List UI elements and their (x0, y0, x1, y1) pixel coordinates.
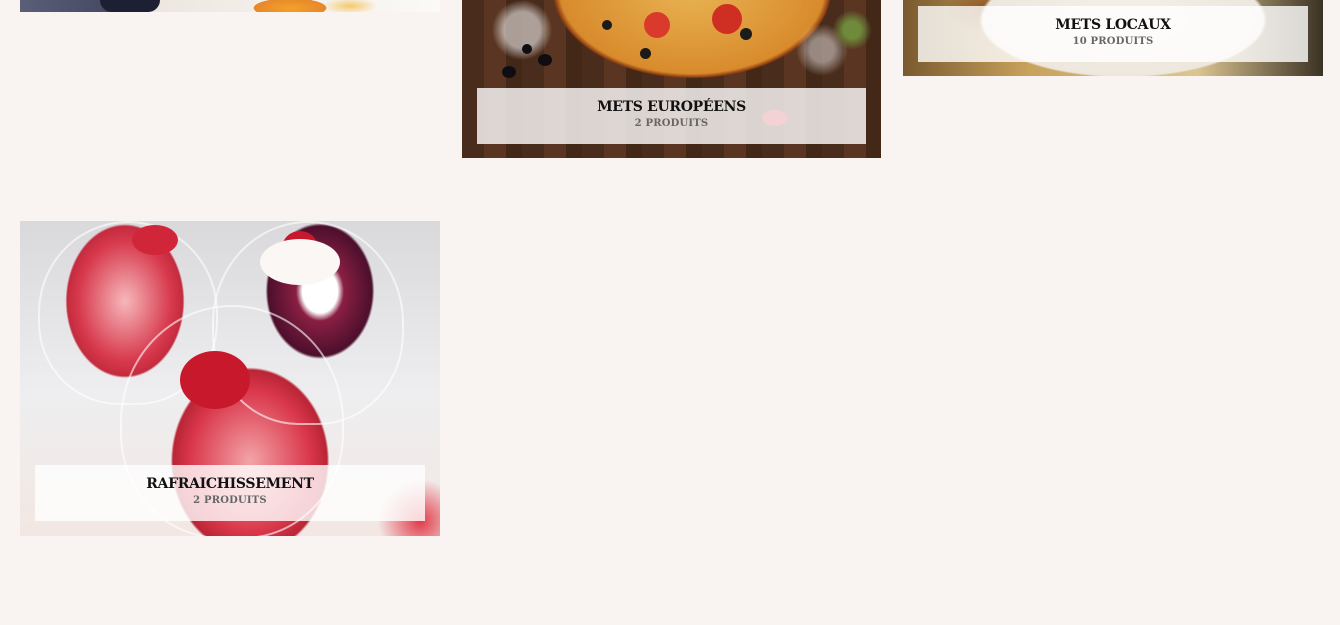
category-card-rafraichissement[interactable]: RAFRAICHISSEMENT 2 PRODUITS (20, 221, 440, 536)
herb-decoration (832, 10, 872, 50)
category-card-pasta[interactable] (20, 0, 440, 12)
strawberry-decoration (132, 225, 178, 255)
category-title: METS EUROPÉENS (597, 99, 746, 115)
olive-decoration (502, 66, 516, 78)
category-card-mets-locaux[interactable]: METS LOCAUX 10 PRODUITS (903, 0, 1323, 76)
category-card-mets-europeens[interactable]: METS EUROPÉENS 2 PRODUITS (462, 0, 881, 158)
tomato-topping (712, 4, 742, 34)
category-product-count: 2 PRODUITS (634, 118, 709, 129)
category-label: METS LOCAUX 10 PRODUITS (918, 6, 1308, 62)
olive-topping (602, 20, 612, 30)
category-title: METS LOCAUX (1055, 17, 1171, 33)
category-label: RAFRAICHISSEMENT 2 PRODUITS (35, 465, 425, 521)
category-product-count: 2 PRODUITS (193, 495, 267, 506)
category-image-pasta (20, 0, 440, 12)
olive-topping (740, 28, 752, 40)
category-product-count: 10 PRODUITS (1072, 36, 1154, 47)
category-title: RAFRAICHISSEMENT (146, 476, 314, 492)
olive-decoration (522, 44, 532, 54)
category-label: METS EUROPÉENS 2 PRODUITS (477, 88, 866, 144)
tomato-topping (644, 12, 670, 38)
fork-decoration (100, 0, 160, 12)
olive-topping (640, 48, 651, 59)
strawberry-decoration (180, 351, 250, 409)
olive-decoration (538, 54, 552, 66)
cream-decoration (260, 239, 340, 285)
